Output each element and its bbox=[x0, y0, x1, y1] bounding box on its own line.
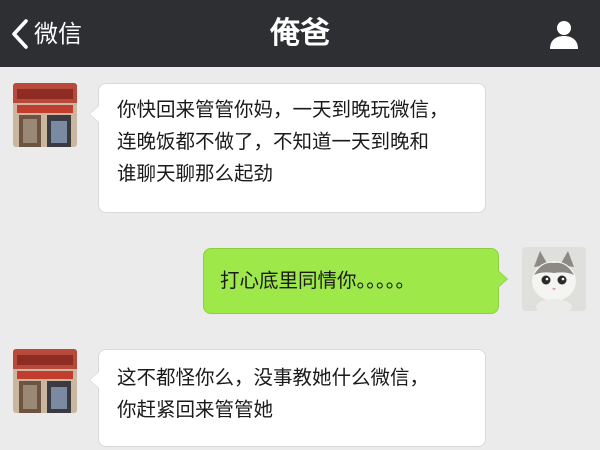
message-list[interactable]: 你快回来管管你妈，一天到晚玩微信， 连晚饭都不做了，不知道一天到晚和 谁聊天聊那… bbox=[0, 67, 600, 450]
message-line: 你赶紧回来管管她 bbox=[117, 398, 274, 421]
message-line: 打心底里同情你。。。。。 bbox=[220, 269, 416, 292]
contact-avatar[interactable] bbox=[13, 83, 77, 147]
person-icon bbox=[548, 21, 580, 54]
chat-header: 微信 俺爸 bbox=[0, 0, 600, 67]
chat-title: 俺爸 bbox=[270, 16, 330, 51]
message-bubble-contact[interactable]: 你快回来管管你妈，一天到晚玩微信， 连晚饭都不做了，不知道一天到晚和 谁聊天聊那… bbox=[89, 83, 486, 213]
back-label: 微信 bbox=[34, 20, 82, 48]
message-bubble-me[interactable]: 打心底里同情你。。。。。 bbox=[203, 248, 508, 314]
chat-info-button[interactable] bbox=[548, 18, 580, 50]
back-button[interactable]: 微信 bbox=[10, 14, 82, 54]
my-avatar[interactable] bbox=[522, 247, 586, 311]
message-line: 连晚饭都不做了，不知道一天到晚和 bbox=[117, 130, 430, 153]
message-line: 这不都怪你么，没事教她什么微信， bbox=[117, 366, 430, 389]
chevron-left-icon bbox=[10, 16, 30, 52]
message-line: 谁聊天聊那么起劲 bbox=[117, 162, 274, 185]
message-line: 你快回来管管你妈，一天到晚玩微信， bbox=[117, 98, 449, 121]
contact-avatar[interactable] bbox=[13, 349, 77, 413]
message-bubble-contact[interactable]: 这不都怪你么，没事教她什么微信， 你赶紧回来管管她 bbox=[89, 349, 486, 447]
